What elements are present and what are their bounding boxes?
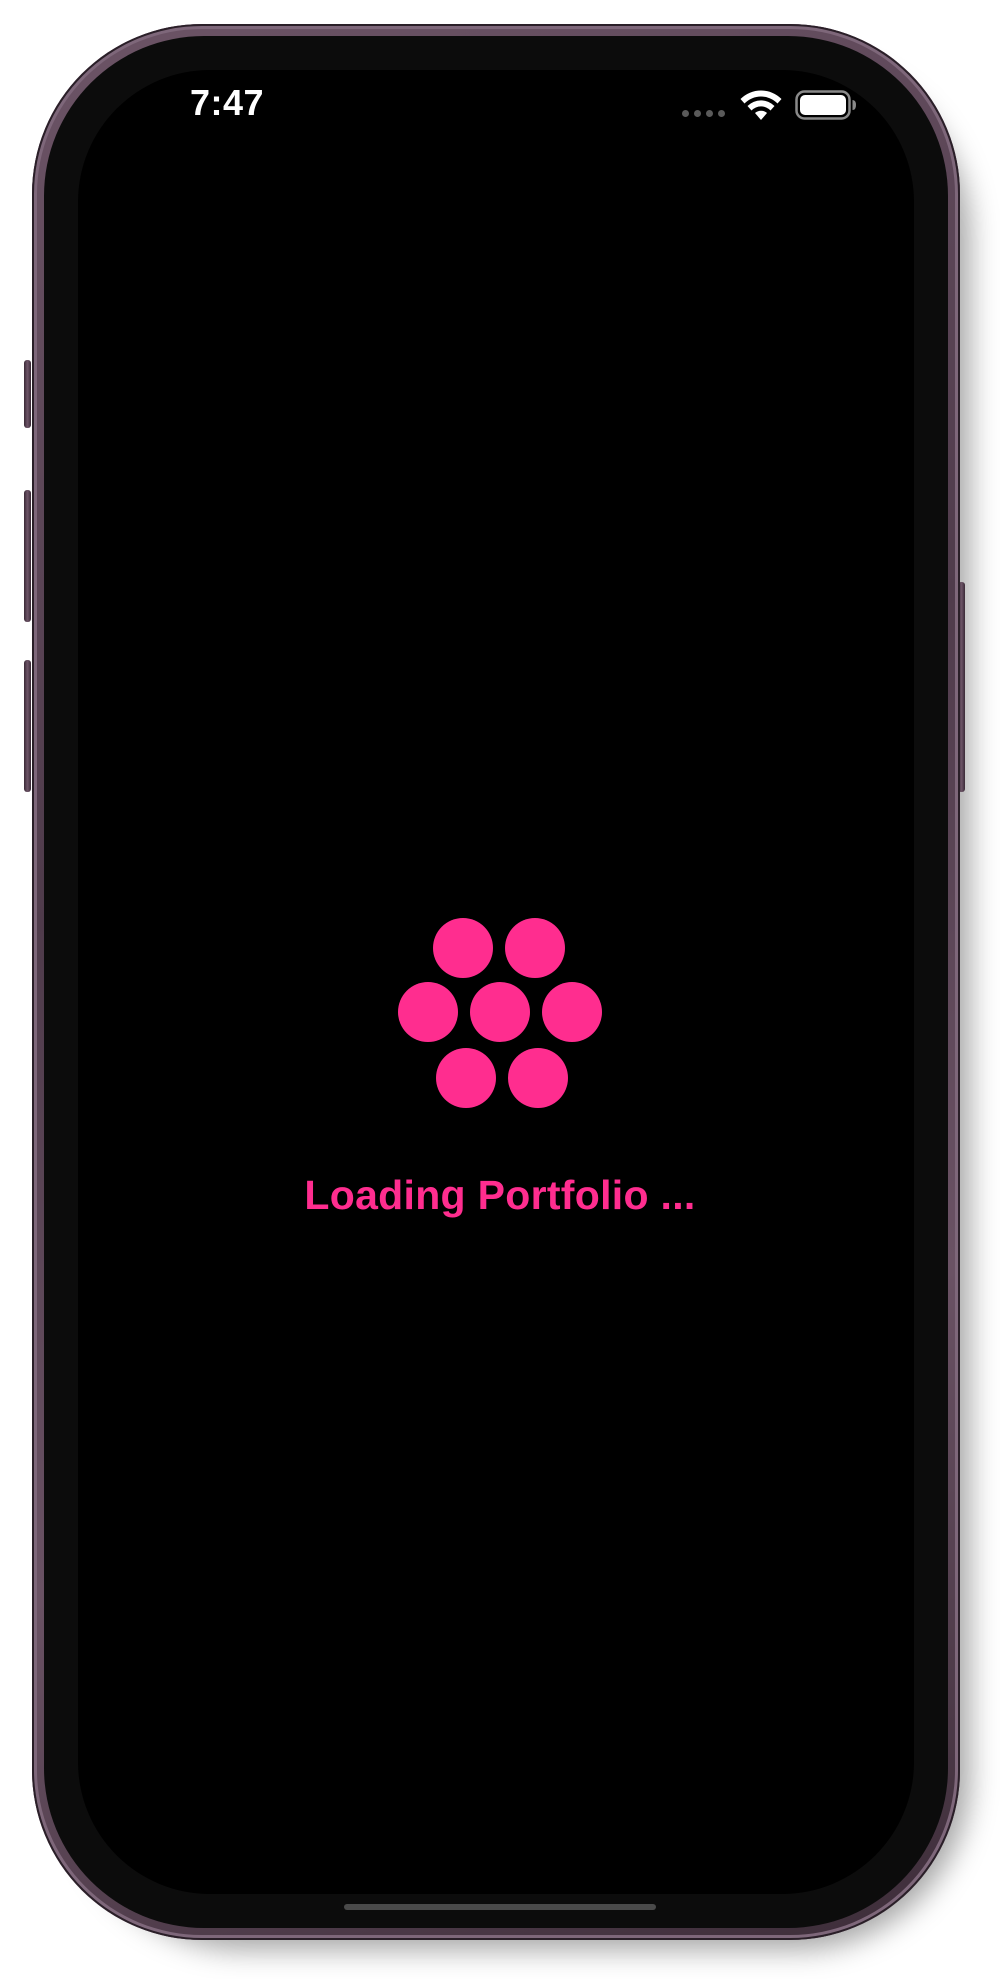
home-indicator[interactable] [344, 1904, 656, 1910]
cellular-signal-icon [682, 110, 725, 117]
loader-dot [542, 982, 602, 1042]
status-time: 7:47 [190, 82, 265, 123]
loader-dot [470, 982, 530, 1042]
loader-dot [398, 982, 458, 1042]
loader-dot [505, 918, 565, 978]
mute-switch [24, 360, 31, 428]
loading-dots-icon [396, 918, 606, 1114]
loader-dot [436, 1048, 496, 1108]
battery-icon [795, 90, 856, 120]
loader-dot [508, 1048, 568, 1108]
loading-message: Loading Portfolio ... [304, 1172, 696, 1218]
app-screenshot: 7:47 Loading Portfolio ... [0, 0, 1000, 1979]
wifi-icon [740, 90, 782, 120]
volume-down-button [24, 660, 31, 792]
loader-dot [433, 918, 493, 978]
volume-up-button [24, 490, 31, 622]
